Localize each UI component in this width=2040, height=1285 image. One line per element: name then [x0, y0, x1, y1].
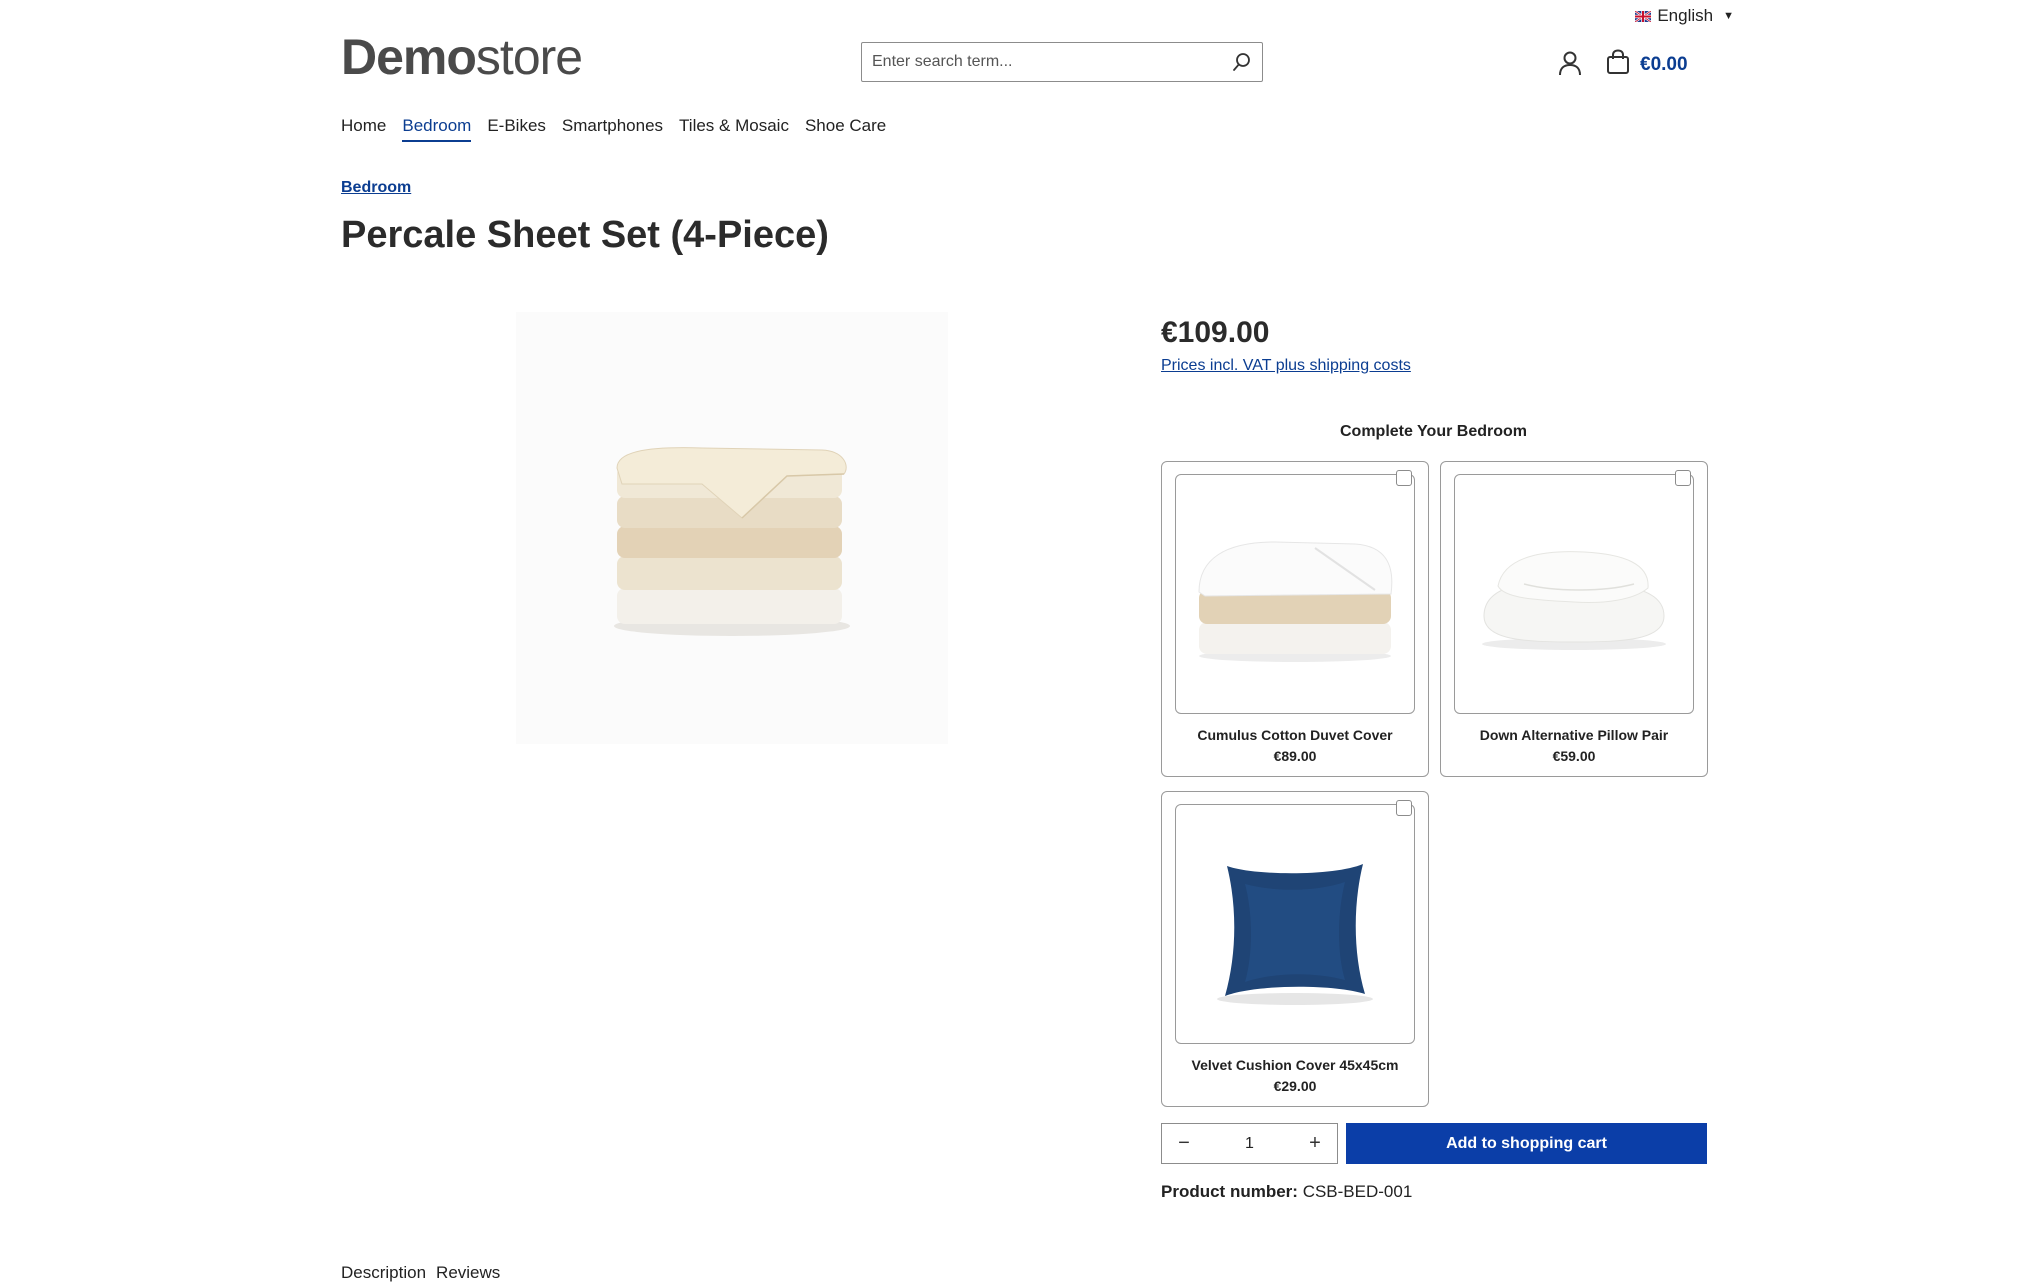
search-input[interactable]	[872, 53, 1232, 71]
duvet-cover-image	[1198, 541, 1393, 662]
bundle-title: Complete Your Bedroom	[1340, 423, 1527, 440]
product-price: €109.00	[1161, 316, 1270, 349]
bundle-item-checkbox[interactable]	[1396, 800, 1412, 816]
velvet-cushion-image	[1217, 864, 1373, 1005]
language-label: English	[1657, 6, 1714, 25]
folded-sheets-image	[614, 447, 850, 636]
product-number: Product number: CSB-BED-001	[1161, 1182, 1412, 1202]
bundle-item-checkbox[interactable]	[1396, 470, 1412, 486]
vat-shipping-link[interactable]: Prices incl. VAT plus shipping costs	[1161, 357, 1411, 375]
search-box	[861, 42, 1263, 82]
add-to-cart-button[interactable]: Add to shopping cart	[1346, 1123, 1707, 1164]
minus-icon[interactable]: −	[1174, 1132, 1194, 1155]
product-tabs: Description Reviews	[341, 1263, 500, 1285]
main-navigation: Home Bedroom E-Bikes Smartphones Tiles &…	[341, 116, 886, 142]
bundle-item-price: €59.00	[1552, 748, 1596, 764]
bundle-item-card[interactable]: Down Alternative Pillow Pair €59.00	[1440, 461, 1708, 777]
cart-total: €0.00	[1640, 53, 1688, 75]
bundle-item-image	[1175, 474, 1415, 714]
quantity-value[interactable]: 1	[1245, 1135, 1254, 1153]
plus-icon[interactable]: +	[1305, 1132, 1325, 1155]
bundle-item-image	[1454, 474, 1694, 714]
bundle-item-name: Velvet Cushion Cover 45x45cm	[1191, 1057, 1399, 1073]
bundle-item-image	[1175, 804, 1415, 1044]
shopping-bag-icon	[1606, 49, 1630, 80]
bundle-item-card[interactable]: Cumulus Cotton Duvet Cover €89.00	[1161, 461, 1429, 777]
language-selector[interactable]: English ▼	[1635, 6, 1734, 26]
nav-item-shoe-care[interactable]: Shoe Care	[805, 116, 886, 142]
product-number-label: Product number:	[1161, 1182, 1298, 1201]
pillow-pair-image	[1482, 551, 1666, 650]
bundle-item-checkbox[interactable]	[1675, 470, 1691, 486]
nav-item-tiles-mosaic[interactable]: Tiles & Mosaic	[679, 116, 789, 142]
account-icon[interactable]	[1558, 50, 1582, 76]
nav-item-e-bikes[interactable]: E-Bikes	[487, 116, 546, 142]
nav-item-home[interactable]: Home	[341, 116, 386, 142]
page-title: Percale Sheet Set (4-Piece)	[341, 214, 829, 256]
bundle-item-card[interactable]: Velvet Cushion Cover 45x45cm €29.00	[1161, 791, 1429, 1107]
chevron-down-icon: ▼	[1723, 10, 1734, 22]
tab-description[interactable]: Description	[341, 1263, 426, 1285]
nav-item-smartphones[interactable]: Smartphones	[562, 116, 663, 142]
bundle-item-price: €89.00	[1273, 748, 1317, 764]
search-icon[interactable]	[1232, 52, 1252, 72]
bundle-item-name: Cumulus Cotton Duvet Cover	[1197, 727, 1393, 743]
nav-item-bedroom[interactable]: Bedroom	[402, 116, 472, 142]
logo-bold: Demo	[341, 29, 477, 85]
bundle-item-price: €29.00	[1273, 1078, 1317, 1094]
product-number-value: CSB-BED-001	[1302, 1182, 1413, 1201]
store-logo[interactable]: Demostore	[341, 29, 583, 85]
product-image[interactable]	[516, 312, 948, 744]
tab-reviews[interactable]: Reviews	[436, 1263, 500, 1285]
cart-button[interactable]: €0.00	[1606, 49, 1688, 80]
breadcrumb[interactable]: Bedroom	[341, 179, 411, 197]
logo-light: store	[475, 29, 583, 85]
uk-flag-icon	[1635, 10, 1652, 22]
quantity-stepper: − 1 +	[1161, 1123, 1338, 1164]
bundle-item-name: Down Alternative Pillow Pair	[1479, 727, 1669, 743]
